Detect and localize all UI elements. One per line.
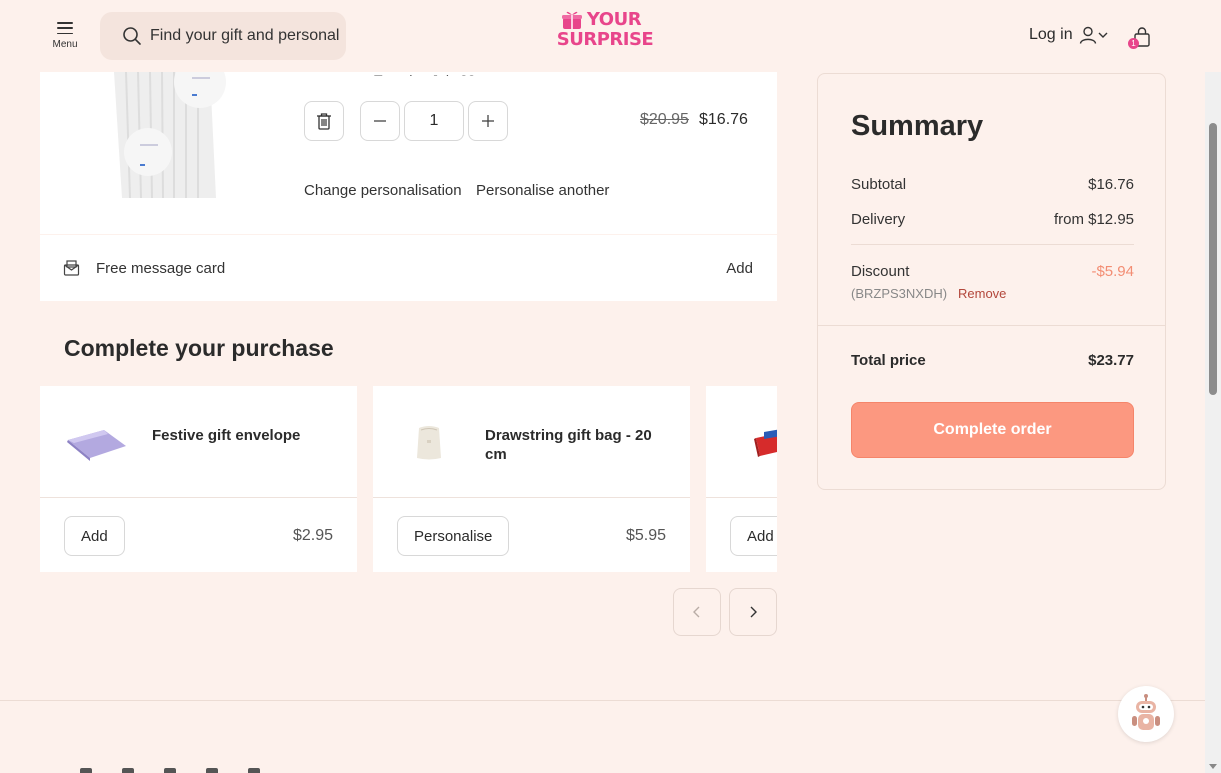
- delivery-value: from $12.95: [1053, 211, 1134, 228]
- quantity-input[interactable]: 1: [404, 101, 464, 141]
- upsell-card-top: Festive gift envelope: [40, 386, 357, 498]
- logo-text-line1: YOUR: [586, 9, 642, 30]
- complete-purchase-title: Complete your purchase: [64, 335, 334, 361]
- delivery-row: Delivery from $12.95: [851, 211, 1134, 228]
- total-label: Total price: [851, 352, 926, 369]
- chevron-right-icon: [750, 606, 757, 618]
- delivery-label: Delivery: [851, 211, 906, 228]
- discount-value: -$5.94: [1091, 263, 1134, 280]
- personalise-another-link[interactable]: Personalise another: [476, 182, 609, 199]
- cart-button[interactable]: 1: [1128, 24, 1156, 52]
- chocolate-bar-image: [754, 427, 777, 457]
- search-input[interactable]: [150, 27, 340, 45]
- message-card-label: Free message card: [96, 260, 226, 277]
- login-button[interactable]: Log in: [1029, 26, 1109, 44]
- upsell-carousel: Festive gift envelope Add $2.95 Drawstri…: [40, 386, 777, 572]
- message-card-icon: [63, 260, 80, 276]
- add-upsell-button[interactable]: Add: [64, 516, 125, 556]
- discount-code: (BRZPS3NXDH): [851, 286, 948, 301]
- footer-divider: [0, 700, 1205, 701]
- menu-label: Menu: [52, 39, 78, 50]
- upsell-price: $2.95: [292, 527, 333, 544]
- order-summary: Summary Subtotal $16.76 Delivery from $1…: [817, 73, 1166, 490]
- search-icon: [123, 27, 141, 45]
- chevron-down-icon: [1098, 32, 1108, 38]
- robot-icon: [1132, 694, 1160, 730]
- discount-row: Discount -$5.94: [851, 263, 1134, 280]
- total-value: $23.77: [1088, 352, 1134, 369]
- carousel-next-button[interactable]: [729, 588, 777, 636]
- personalise-upsell-button[interactable]: Personalise: [397, 516, 510, 556]
- summary-divider: [851, 244, 1134, 245]
- cart-count-badge: 1: [1128, 38, 1139, 49]
- chevron-left-icon: [693, 606, 700, 618]
- message-card-row: Free message card Add: [40, 235, 777, 301]
- total-row: Total price $23.77: [851, 352, 1134, 369]
- menu-icon: [57, 22, 73, 34]
- user-icon: [1079, 26, 1096, 44]
- drawstring-bag-image: [417, 426, 441, 460]
- upsell-card: Add: [706, 386, 777, 572]
- chatbot-button[interactable]: [1118, 686, 1174, 742]
- logo-text-line2: SURPRISE: [556, 29, 654, 50]
- add-message-card-button[interactable]: Add: [726, 260, 753, 277]
- footer-icons-peek: [80, 768, 400, 773]
- remove-discount-link[interactable]: Remove: [958, 286, 1006, 301]
- summary-title: Summary: [851, 110, 984, 142]
- subtotal-row: Subtotal $16.76: [851, 176, 1134, 193]
- discounted-price: $16.76: [699, 111, 748, 128]
- scroll-down-arrow[interactable]: [1209, 764, 1217, 769]
- product-image: [114, 72, 226, 198]
- summary-divider: [818, 325, 1165, 326]
- page-scrollbar[interactable]: [1205, 0, 1221, 773]
- subtotal-label: Subtotal: [851, 176, 907, 193]
- menu-button[interactable]: Menu: [48, 20, 82, 54]
- upsell-card: Festive gift envelope Add $2.95: [40, 386, 357, 572]
- upsell-card: Drawstring gift bag - 20 cm Personalise …: [373, 386, 690, 572]
- gift-envelope-image: [67, 430, 126, 461]
- change-personalisation-link[interactable]: Change personalisation: [304, 182, 462, 199]
- complete-order-button[interactable]: Complete order: [851, 402, 1134, 458]
- scrollbar-thumb[interactable]: [1209, 123, 1217, 395]
- discount-label: Discount: [851, 263, 910, 280]
- original-price: $20.95: [640, 111, 689, 128]
- site-header: Menu YOUR SURPRISE Log in 1: [0, 0, 1221, 72]
- upsell-name: Drawstring gift bag - 20 cm: [485, 427, 652, 463]
- trash-icon: [317, 113, 331, 130]
- logo[interactable]: YOUR SURPRISE: [555, 10, 655, 56]
- login-label: Log in: [1029, 26, 1073, 43]
- delete-item-button[interactable]: [304, 101, 344, 141]
- carousel-prev-button[interactable]: [673, 588, 721, 636]
- upsell-name: Festive gift envelope: [152, 427, 301, 444]
- minus-icon: [374, 120, 386, 122]
- gift-logo-icon: [562, 11, 582, 29]
- decrease-quantity-button[interactable]: [360, 101, 400, 141]
- delivery-date-text: Tuesday July 22: [374, 72, 475, 76]
- increase-quantity-button[interactable]: [468, 101, 508, 141]
- search-bar[interactable]: [100, 12, 346, 60]
- add-upsell-button[interactable]: Add: [730, 516, 777, 556]
- subtotal-value: $16.76: [1088, 176, 1134, 193]
- upsell-card-top: Drawstring gift bag - 20 cm: [373, 386, 690, 498]
- upsell-card-top: [706, 386, 777, 498]
- cart-item-card: Tuesday July 22 1 $20.95 $16.76 Change p…: [40, 72, 777, 234]
- plus-icon: [482, 115, 494, 127]
- upsell-price: $5.95: [625, 527, 666, 544]
